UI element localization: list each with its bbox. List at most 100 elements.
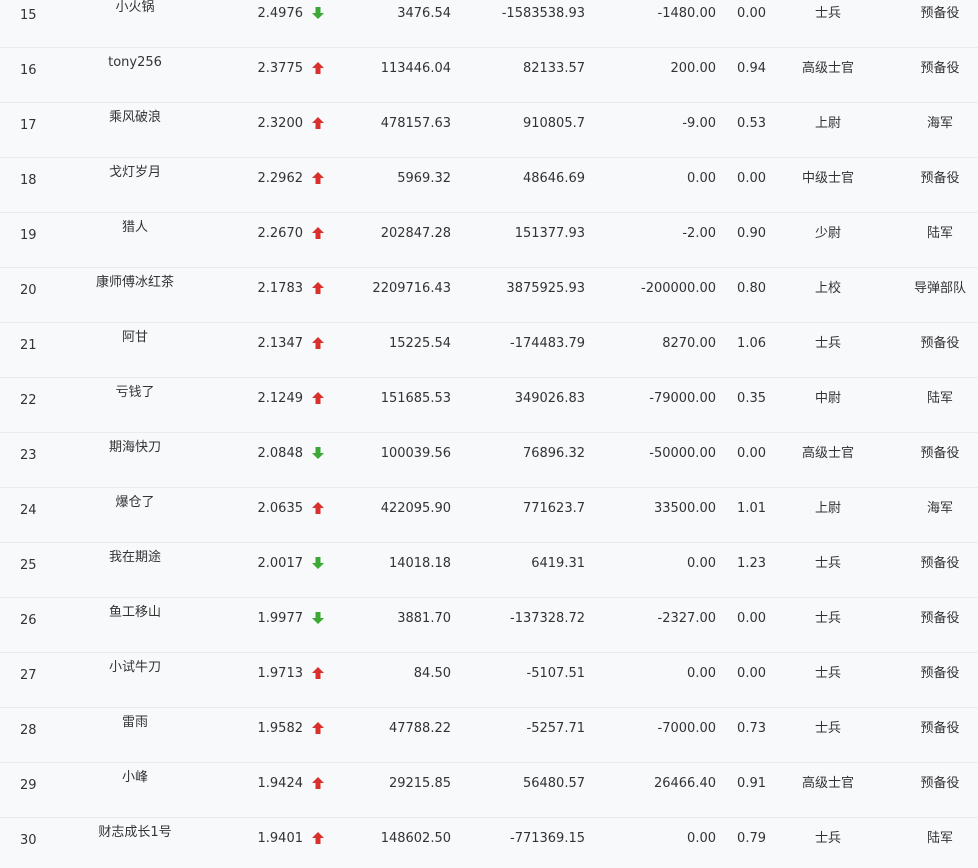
equity-value: 2209716.43: [372, 281, 451, 296]
table-row[interactable]: 20 康师傅冰红茶 2.1783 2209716.43 3875925.93 -…: [0, 268, 978, 323]
table-row[interactable]: 19 猎人 2.2670 202847.28 151377.93 -2.00 0…: [0, 213, 978, 268]
ratio-value: 0.91: [737, 776, 766, 791]
military-rank-label: 上校: [814, 281, 841, 296]
score-value: 2.1783: [257, 281, 304, 296]
profit-value: -5257.71: [526, 721, 585, 736]
score-value: 2.3200: [257, 116, 304, 131]
rank-number: 28: [20, 723, 37, 738]
ratio-value: 1.23: [737, 556, 766, 571]
branch-label: 预备役: [920, 556, 960, 571]
military-rank-label: 高级士官: [801, 446, 854, 461]
military-rank-label: 上尉: [814, 501, 841, 516]
trader-name[interactable]: 鱼工移山: [75, 605, 195, 621]
net-flow-value: -2.00: [682, 226, 716, 241]
branch-label: 预备役: [920, 171, 960, 186]
rank-number: 16: [20, 63, 37, 78]
trend-up-arrow-icon: [311, 776, 325, 790]
net-flow-value: -1480.00: [657, 6, 716, 21]
ratio-value: 0.53: [737, 116, 766, 131]
rank-number: 15: [20, 8, 37, 23]
trend-down-arrow-icon: [311, 556, 325, 570]
score-value: 2.1249: [257, 391, 304, 406]
table-row[interactable]: 27 小试牛刀 1.9713 84.50 -5107.51 0.00 0.00 …: [0, 653, 978, 708]
trader-name[interactable]: 爆仓了: [75, 495, 195, 511]
table-row[interactable]: 22 亏钱了 2.1249 151685.53 349026.83 -79000…: [0, 378, 978, 433]
net-flow-value: 0.00: [687, 171, 716, 186]
ratio-value: 0.79: [737, 831, 766, 846]
trend-down-arrow-icon: [311, 6, 325, 20]
table-row[interactable]: 24 爆仓了 2.0635 422095.90 771623.7 33500.0…: [0, 488, 978, 543]
branch-label: 海军: [926, 116, 953, 131]
rank-number: 21: [20, 338, 37, 353]
military-rank-label: 中级士官: [801, 171, 854, 186]
trader-name[interactable]: 我在期途: [75, 550, 195, 566]
table-row[interactable]: 30 财志成长1号 1.9401 148602.50 -771369.15 0.…: [0, 818, 978, 868]
table-row[interactable]: 25 我在期途 2.0017 14018.18 6419.31 0.00 1.2…: [0, 543, 978, 598]
trader-name[interactable]: 财志成长1号: [75, 825, 195, 841]
net-flow-value: 8270.00: [662, 336, 716, 351]
equity-value: 84.50: [413, 666, 451, 681]
table-row[interactable]: 23 期海快刀 2.0848 100039.56 76896.32 -50000…: [0, 433, 978, 488]
table-row[interactable]: 16 tony256 2.3775 113446.04 82133.57 200…: [0, 48, 978, 103]
trader-name[interactable]: 小峰: [75, 770, 195, 786]
trend-up-arrow-icon: [311, 61, 325, 75]
equity-value: 3881.70: [397, 611, 451, 626]
branch-label: 海军: [926, 501, 953, 516]
table-row[interactable]: 28 雷雨 1.9582 47788.22 -5257.71 -7000.00 …: [0, 708, 978, 763]
trader-name[interactable]: 小试牛刀: [75, 660, 195, 676]
trend-up-arrow-icon: [311, 831, 325, 845]
score-value: 2.1347: [257, 336, 304, 351]
net-flow-value: 26466.40: [653, 776, 716, 791]
trader-name[interactable]: 乘风破浪: [75, 110, 195, 126]
branch-label: 预备役: [920, 446, 960, 461]
branch-label: 陆军: [926, 226, 953, 241]
equity-value: 3476.54: [397, 6, 451, 21]
ratio-value: 0.00: [737, 611, 766, 626]
equity-value: 5969.32: [397, 171, 451, 186]
trader-name[interactable]: 阿甘: [75, 330, 195, 346]
net-flow-value: 0.00: [687, 666, 716, 681]
score-value: 2.2670: [257, 226, 304, 241]
trend-up-arrow-icon: [311, 501, 325, 515]
score-value: 1.9424: [257, 776, 304, 791]
net-flow-value: 33500.00: [653, 501, 716, 516]
table-row[interactable]: 29 小峰 1.9424 29215.85 56480.57 26466.40 …: [0, 763, 978, 818]
trend-up-arrow-icon: [311, 666, 325, 680]
branch-label: 预备役: [920, 61, 960, 76]
trend-down-arrow-icon: [311, 611, 325, 625]
score-value: 2.0635: [257, 501, 304, 516]
trend-down-arrow-icon: [311, 446, 325, 460]
rank-number: 20: [20, 283, 37, 298]
ratio-value: 0.80: [737, 281, 766, 296]
trader-name[interactable]: 亏钱了: [75, 385, 195, 401]
profit-value: 3875925.93: [506, 281, 585, 296]
table-row[interactable]: 15 小火锅 2.4976 3476.54 -1583538.93 -1480.…: [0, 0, 978, 48]
military-rank-label: 士兵: [814, 6, 841, 21]
equity-value: 15225.54: [388, 336, 451, 351]
table-row[interactable]: 26 鱼工移山 1.9977 3881.70 -137328.72 -2327.…: [0, 598, 978, 653]
trader-name[interactable]: 康师傅冰红茶: [75, 275, 195, 291]
trader-name[interactable]: 猎人: [75, 220, 195, 236]
trader-name[interactable]: tony256: [75, 55, 195, 71]
net-flow-value: -9.00: [682, 116, 716, 131]
ratio-value: 0.00: [737, 446, 766, 461]
trader-name[interactable]: 雷雨: [75, 715, 195, 731]
net-flow-value: -200000.00: [641, 281, 716, 296]
profit-value: 56480.57: [522, 776, 585, 791]
equity-value: 100039.56: [380, 446, 451, 461]
table-row[interactable]: 18 戈灯岁月 2.2962 5969.32 48646.69 0.00 0.0…: [0, 158, 978, 213]
table-row[interactable]: 17 乘风破浪 2.3200 478157.63 910805.7 -9.00 …: [0, 103, 978, 158]
score-value: 2.3775: [257, 61, 304, 76]
military-rank-label: 士兵: [814, 721, 841, 736]
trader-name[interactable]: 小火锅: [75, 0, 195, 16]
trader-name[interactable]: 期海快刀: [75, 440, 195, 456]
rank-number: 23: [20, 448, 37, 463]
score-value: 1.9977: [257, 611, 304, 626]
score-value: 1.9401: [257, 831, 304, 846]
rank-number: 25: [20, 558, 37, 573]
equity-value: 113446.04: [380, 61, 451, 76]
rank-number: 17: [20, 118, 37, 133]
table-row[interactable]: 21 阿甘 2.1347 15225.54 -174483.79 8270.00…: [0, 323, 978, 378]
profit-value: -5107.51: [526, 666, 585, 681]
trader-name[interactable]: 戈灯岁月: [75, 165, 195, 181]
